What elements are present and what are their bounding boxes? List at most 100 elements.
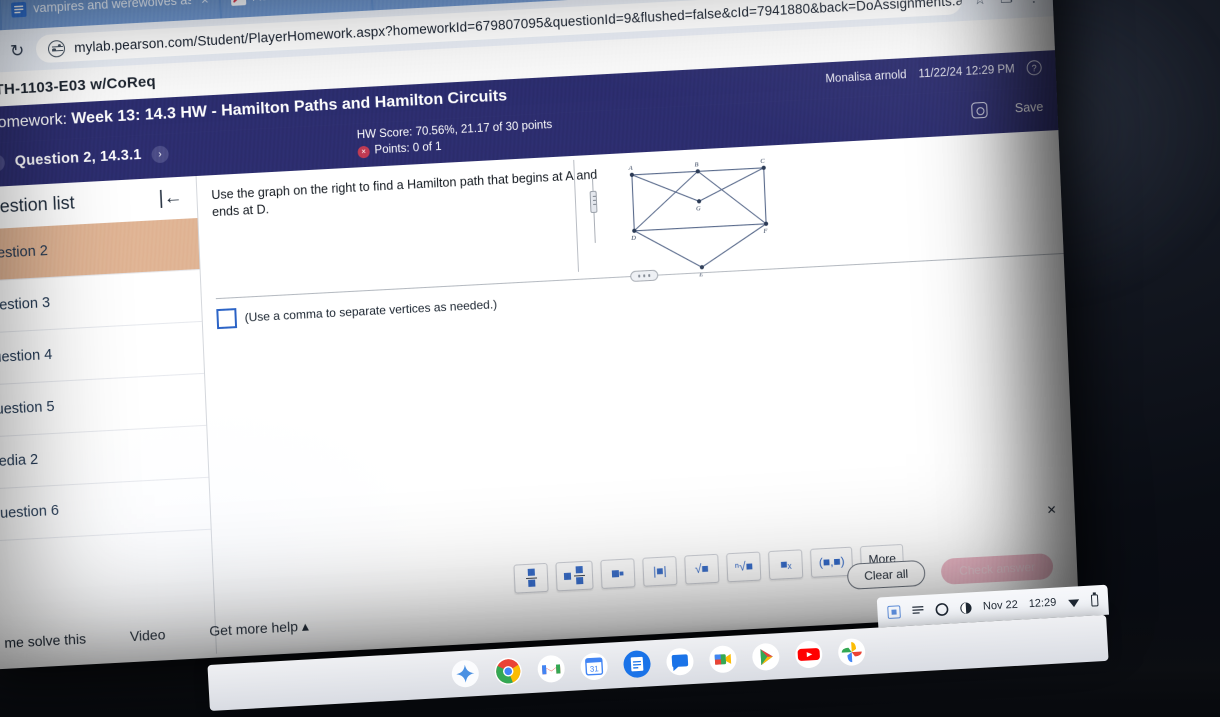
user-name: Monalisa arnold [825, 68, 907, 85]
question-nav: ‹ Question 2, 14.3.1 › [0, 145, 169, 172]
chat-app-icon[interactable] [665, 647, 695, 677]
sidebar-item-question-6[interactable]: Question 6 [0, 477, 211, 542]
svg-text:31: 31 [589, 664, 599, 674]
notes-icon[interactable] [911, 603, 925, 617]
user-info: Monalisa arnold 11/22/24 12:29 PM ? [825, 58, 1042, 87]
meet-app-icon[interactable] [708, 645, 738, 675]
points-text: Points: 0 of 1 [374, 141, 442, 157]
pearson-homework-app: Homework: Week 13: 14.3 HW - Hamilton Pa… [0, 50, 1079, 670]
shelf-time: 12:29 [1028, 596, 1057, 611]
previous-question-button[interactable]: ‹ [0, 153, 6, 172]
gear-icon[interactable] [970, 102, 988, 119]
graph-vertex-label-G: G [696, 205, 701, 212]
sidebar-item-label: Question 4 [0, 346, 53, 367]
question-pane: Use the graph on the right to find a Ham… [4, 129, 1079, 654]
bookmark-star-icon[interactable]: ☆ [973, 0, 986, 8]
close-icon[interactable]: × [201, 0, 209, 7]
scrollbar-thumb[interactable] [589, 190, 598, 213]
volume-icon[interactable] [959, 601, 973, 615]
graph-edge-BC [697, 167, 764, 172]
answer-input[interactable] [216, 307, 238, 329]
figure-scrollbar[interactable] [589, 176, 599, 243]
graph-vertex-C [761, 165, 766, 170]
keypad-mixed-number-button[interactable] [555, 560, 594, 592]
question-label: Question 2, 14.3.1 [14, 147, 142, 170]
question-list-sidebar: Question list |← Question 2 Question 3 Q… [0, 175, 218, 666]
keypad-nth-root-button[interactable]: ⁿ√■ [726, 551, 762, 583]
subscript-icon: ■ₓ [780, 557, 792, 572]
pearson-icon [230, 0, 246, 6]
screenshot-root: vampires and werewolves as re × Access P… [0, 0, 1220, 717]
chrome-app-icon[interactable] [493, 657, 523, 687]
bookmark-course-link[interactable]: ATH-1103-E03 w/CoReq [0, 73, 156, 99]
graph-edge-BD [633, 170, 699, 232]
graph-vertex-label-B: B [694, 161, 698, 168]
close-keypad-icon[interactable]: ✕ [1046, 503, 1057, 518]
next-question-button[interactable]: › [151, 145, 169, 164]
sidebar-item-label: Question 5 [0, 398, 55, 419]
keypad-subscript-button[interactable]: ■ₓ [768, 549, 804, 580]
nth-root-icon: ⁿ√■ [734, 559, 754, 575]
graph-edge-AG [631, 174, 700, 202]
graph-figure: ABCGDFE [573, 144, 877, 278]
graph-edge-FE [701, 223, 767, 268]
graph-edge-DF [634, 223, 767, 232]
save-button[interactable]: Save [1015, 100, 1044, 116]
sidebar-heading: Question list [0, 192, 76, 219]
graph-edge-DE [634, 230, 703, 268]
graph-vertex-label-F: F [762, 228, 768, 235]
document-icon [11, 1, 27, 18]
timestamp: 11/22/24 12:29 PM [918, 62, 1015, 80]
video-button[interactable]: Video [130, 626, 166, 644]
help-me-solve-this-button[interactable]: me solve this [4, 630, 86, 650]
gmail-app-icon[interactable] [536, 654, 566, 684]
figure-divider [573, 159, 579, 272]
graph-edge-CG [698, 167, 764, 202]
homework-label: Homework: [0, 110, 68, 133]
keypad-absolute-value-button[interactable]: |■| [642, 555, 678, 587]
docs-app-icon[interactable] [622, 649, 652, 679]
youtube-app-icon[interactable] [794, 640, 824, 670]
graph-edge-AB [631, 170, 698, 176]
browser-menu-icon[interactable]: ⋮ [1026, 0, 1041, 5]
keypad-square-root-button[interactable]: √■ [684, 553, 720, 585]
square-root-icon: √■ [694, 561, 710, 577]
share-icon[interactable]: ❐ [1000, 0, 1013, 6]
graph-vertex-label-D: D [630, 235, 636, 242]
omnibar-actions: ☆ ❐ ⋮ [973, 0, 1041, 8]
wifi-icon[interactable] [1067, 595, 1081, 609]
graph-vertex-A [629, 172, 634, 177]
keypad-fraction-button[interactable] [513, 562, 549, 594]
mixed-number-icon [573, 566, 586, 585]
sidebar-item-label: Question 3 [0, 294, 51, 315]
collapse-sidebar-icon[interactable]: |← [158, 187, 185, 210]
absolute-value-icon: |■| [652, 563, 667, 579]
graph-edge-AD [631, 174, 635, 231]
graph-edge-BF [697, 170, 767, 225]
keypad-exponent-button[interactable]: ■ [600, 558, 636, 589]
graph-edge-CF [763, 167, 767, 224]
reload-icon[interactable]: ↻ [10, 41, 25, 61]
tune-icon [47, 39, 66, 58]
play-store-app-icon[interactable] [751, 642, 781, 672]
interval-icon: (■,■) [818, 554, 845, 570]
help-icon[interactable]: ? [1026, 59, 1042, 76]
answer-hint: (Use a comma to separate vertices as nee… [244, 297, 498, 325]
score-summary: HW Score: 70.56%, 21.17 of 30 points × P… [357, 117, 554, 161]
incorrect-icon: × [357, 145, 370, 158]
gemini-app-icon[interactable] [450, 659, 480, 689]
tab-title: Access Pearson [252, 0, 343, 4]
do-not-disturb-icon[interactable] [935, 602, 949, 616]
question-bar-actions: Save [970, 99, 1044, 119]
sidebar-item-label: Question 6 [0, 502, 60, 523]
sidebar-item-label: Question 2 [0, 242, 49, 263]
battery-icon[interactable] [1090, 594, 1099, 607]
fraction-icon [525, 568, 537, 588]
calendar-app-icon[interactable]: 31 [579, 652, 609, 682]
sidebar-item-label: Media 2 [0, 451, 39, 471]
cast-icon[interactable] [886, 604, 901, 619]
photos-app-icon[interactable] [836, 637, 866, 667]
laptop-screen: vampires and werewolves as re × Access P… [0, 0, 1079, 670]
tab-title: vampires and werewolves as re [32, 0, 192, 16]
splitter-grip[interactable] [630, 269, 659, 282]
